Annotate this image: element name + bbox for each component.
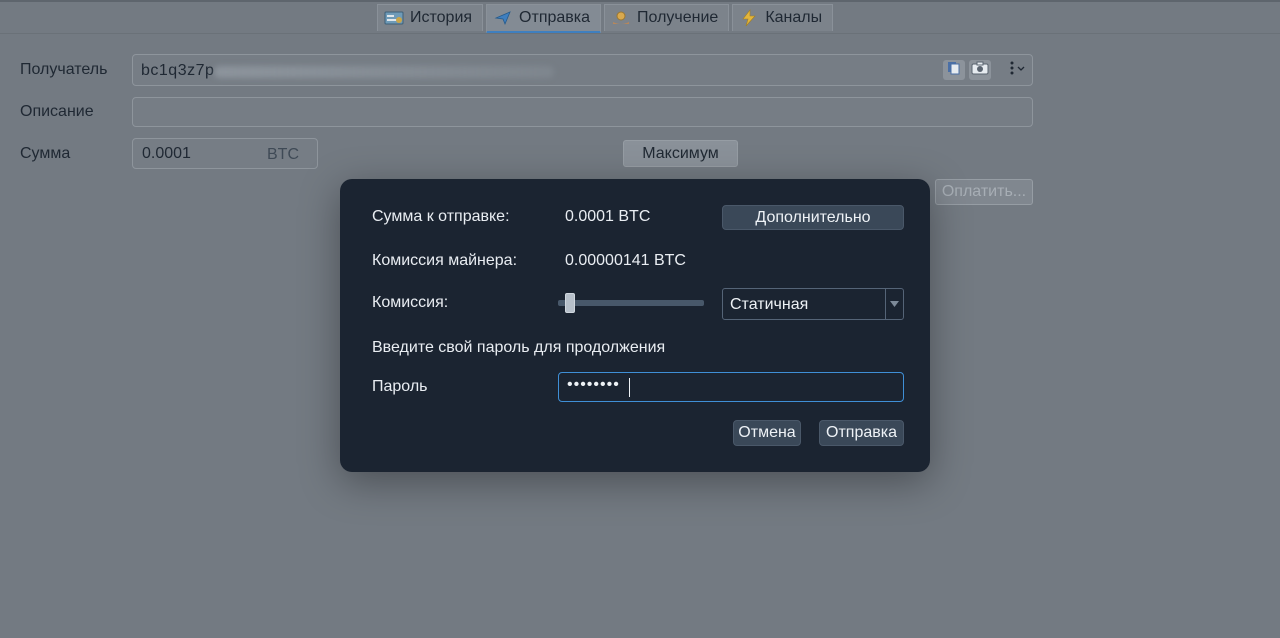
receive-icon bbox=[611, 9, 631, 27]
tab-history-label: История bbox=[410, 9, 473, 26]
send-button[interactable]: Отправка bbox=[819, 420, 904, 446]
description-input[interactable] bbox=[132, 97, 1033, 127]
description-label: Описание bbox=[20, 103, 94, 120]
fee-mode-select[interactable]: Статичная bbox=[722, 288, 904, 320]
fee-label: Комиссия: bbox=[372, 294, 449, 311]
tab-channels[interactable]: Каналы bbox=[732, 4, 834, 31]
tab-channels-label: Каналы bbox=[765, 9, 823, 26]
cancel-button[interactable]: Отмена bbox=[733, 420, 801, 446]
miner-fee-value: 0.00000141 BTC bbox=[565, 252, 686, 269]
tab-send-label: Отправка bbox=[519, 9, 591, 26]
chevron-down-icon bbox=[885, 289, 903, 319]
miner-fee-label: Комиссия майнера: bbox=[372, 252, 518, 269]
history-icon bbox=[384, 9, 404, 27]
password-prompt: Введите свой пароль для продолжения bbox=[372, 339, 666, 356]
camera-icon bbox=[971, 61, 989, 80]
amount-input[interactable]: 0.0001 BTC bbox=[132, 138, 318, 169]
amount-to-send-label: Сумма к отправке: bbox=[372, 208, 510, 225]
lightning-icon bbox=[739, 9, 759, 27]
amount-label: Сумма bbox=[20, 145, 71, 162]
advanced-button[interactable]: Дополнительно bbox=[722, 205, 904, 230]
more-options-button[interactable] bbox=[1001, 60, 1031, 80]
scan-qr-button[interactable] bbox=[969, 60, 991, 80]
recipient-blurred-address bbox=[214, 66, 554, 78]
tab-history[interactable]: История bbox=[377, 4, 484, 31]
paste-icon bbox=[947, 61, 961, 80]
recipient-label: Получатель bbox=[20, 61, 108, 78]
window-top-border bbox=[0, 0, 1280, 2]
amount-unit: BTC bbox=[267, 146, 299, 163]
fee-mode-value: Статичная bbox=[730, 296, 809, 313]
fee-slider-handle[interactable] bbox=[564, 293, 575, 313]
send-confirmation-dialog: Сумма к отправке: 0.0001 BTC Дополнитель… bbox=[340, 179, 930, 472]
amount-to-send-value: 0.0001 BTC bbox=[565, 208, 651, 225]
fee-slider-track[interactable] bbox=[558, 300, 704, 306]
send-icon bbox=[493, 9, 513, 27]
password-input[interactable]: •••••••• bbox=[558, 372, 904, 402]
paste-button[interactable] bbox=[943, 60, 965, 80]
password-value: •••••••• bbox=[567, 376, 620, 393]
more-vertical-icon bbox=[1004, 60, 1028, 81]
text-caret bbox=[629, 378, 630, 397]
recipient-value: bc1q3z7p bbox=[141, 62, 215, 79]
tab-separator bbox=[0, 33, 1280, 34]
max-button[interactable]: Максимум bbox=[623, 140, 738, 167]
pay-button[interactable]: Оплатить... bbox=[935, 179, 1033, 205]
tab-receive-label: Получение bbox=[637, 9, 719, 26]
tab-receive[interactable]: Получение bbox=[604, 4, 730, 31]
amount-value: 0.0001 bbox=[142, 145, 191, 162]
password-label: Пароль bbox=[372, 378, 428, 395]
tab-send[interactable]: Отправка bbox=[486, 4, 602, 34]
tab-bar: История Отправка Получение Каналы bbox=[377, 4, 834, 34]
